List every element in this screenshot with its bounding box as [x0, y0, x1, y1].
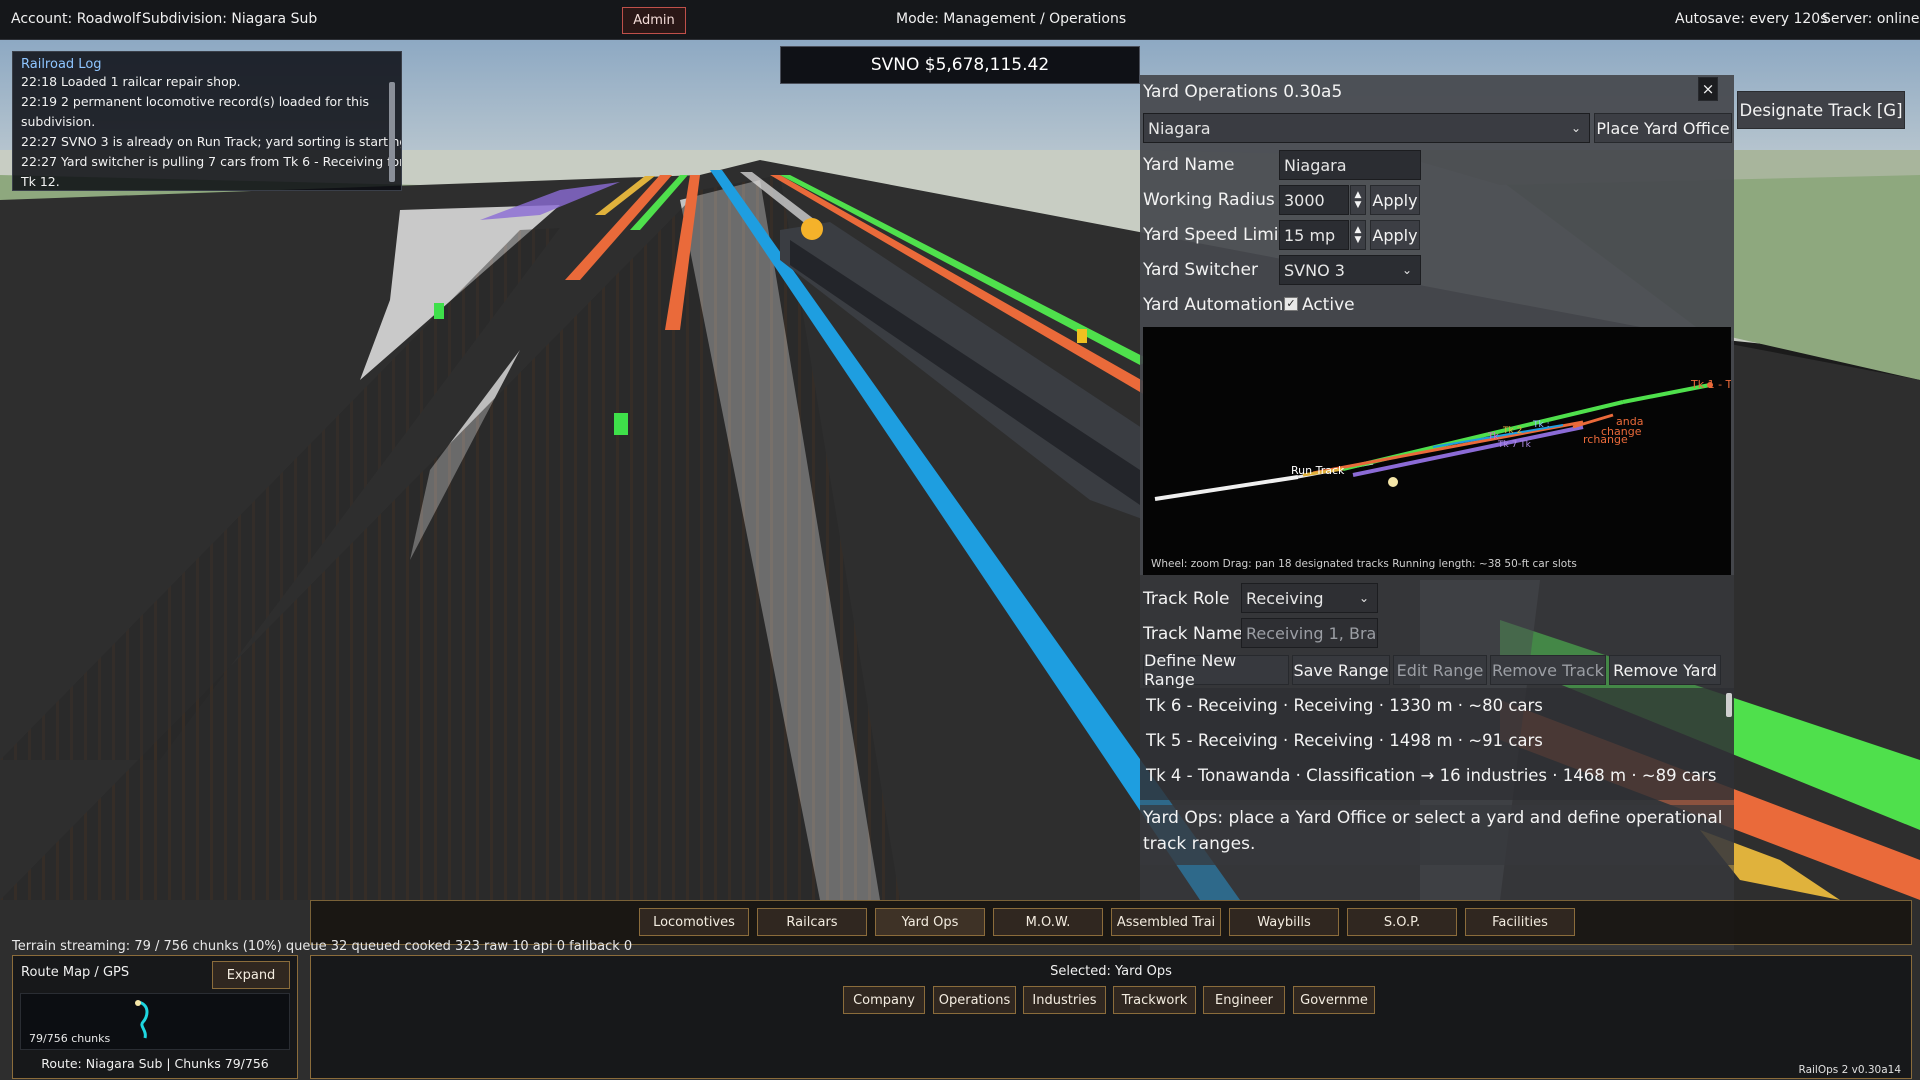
map-label-cluster-2: Tk 7 Tk: [1497, 440, 1532, 450]
account-label: Account: Roadwolf: [11, 11, 141, 27]
yard-name-label: Yard Name: [1143, 155, 1235, 175]
speed-apply-button[interactable]: Apply: [1370, 220, 1420, 250]
tab-government[interactable]: Governme: [1293, 986, 1375, 1014]
track-list-item[interactable]: Tk 6 - Receiving · Receiving · 1330 m · …: [1146, 696, 1543, 715]
log-line: 22:27 Yard switcher is pulling 7 cars fr…: [21, 154, 402, 169]
yard-select-dropdown[interactable]: Niagara ⌄: [1143, 113, 1590, 143]
tab-waybills[interactable]: Waybills: [1229, 908, 1339, 936]
log-line: 22:19 2 permanent locomotive record(s) l…: [21, 94, 370, 109]
yard-ops-message: Yard Ops: place a Yard Office or select …: [1140, 805, 1734, 865]
tab-industries[interactable]: Industries: [1023, 986, 1106, 1014]
tab-company[interactable]: Company: [843, 986, 925, 1014]
server-status: Server: online: [1822, 11, 1920, 27]
yard-switcher-value: SVNO 3: [1284, 260, 1345, 280]
save-range-button[interactable]: Save Range: [1292, 655, 1390, 685]
log-line: 22:27 SVNO 3 is already on Run Track; ya…: [21, 134, 402, 149]
track-name-field[interactable]: Receiving 1, Bra: [1241, 618, 1378, 648]
map-label-tk2: Tk 2: [1502, 426, 1522, 436]
tab-mow[interactable]: M.O.W.: [993, 908, 1103, 936]
log-scrollbar[interactable]: [389, 82, 395, 182]
chevron-down-icon: ⌄: [1570, 121, 1581, 135]
map-label-interchange-2: rchange: [1583, 433, 1628, 446]
gps-minimap[interactable]: 79/756 chunks: [20, 993, 290, 1050]
terrain-streaming-status: Terrain streaming: 79 / 756 chunks (10%)…: [12, 939, 633, 954]
yard-panel-title: Yard Operations 0.30a5: [1143, 82, 1343, 102]
track-name-label: Track Name: [1143, 624, 1244, 644]
yard-track-diagram: Tk 1 - TDSC Interchange Run Track anda c…: [1151, 378, 1825, 570]
automation-checkbox[interactable]: ✓: [1284, 297, 1298, 311]
yard-track-map[interactable]: Tk 1 - TDSC Interchange Run Track anda c…: [1143, 327, 1825, 575]
company-balance: SVNO $5,678,115.42: [780, 46, 1140, 84]
track-role-value: Receiving: [1246, 588, 1324, 608]
yard-operations-panel: Yard Operations 0.30a5 × Niagara ⌄ Place…: [1140, 75, 1825, 950]
yard-automation-label: Yard Automation: [1143, 295, 1284, 315]
subdivision-label: Subdivision: Niagara Sub: [142, 11, 318, 27]
remove-track-button[interactable]: Remove Track: [1490, 655, 1606, 685]
map-label-tk-small: Tk :: [1532, 420, 1550, 430]
tab-trackwork[interactable]: Trackwork: [1113, 986, 1196, 1014]
automation-active-label: Active: [1302, 295, 1355, 315]
track-list-item[interactable]: Tk 4 - Tonawanda · Classification → 16 i…: [1146, 766, 1716, 785]
admin-button[interactable]: Admin: [622, 7, 686, 34]
tab-yard-ops[interactable]: Yard Ops: [875, 908, 985, 936]
working-radius-field[interactable]: 3000: [1279, 185, 1349, 215]
yard-name-field[interactable]: Niagara: [1279, 150, 1421, 180]
tab-railcars[interactable]: Railcars: [757, 908, 867, 936]
edit-range-button[interactable]: Edit Range: [1393, 655, 1487, 685]
map-footer: Wheel: zoom Drag: pan 18 designated trac…: [1151, 558, 1577, 570]
track-role-dropdown[interactable]: Receiving ⌄: [1241, 583, 1378, 613]
top-status-bar: Account: Roadwolf Subdivision: Niagara S…: [0, 0, 1920, 40]
chevron-down-icon: ⌄: [1358, 591, 1369, 605]
yard-switcher-label: Yard Switcher: [1143, 260, 1258, 280]
chevron-down-icon: ⌄: [1401, 263, 1412, 277]
tab-sop[interactable]: S.O.P.: [1347, 908, 1457, 936]
mode-label: Mode: Management / Operations: [896, 11, 1127, 27]
autosave-label: Autosave: every 120s: [1675, 11, 1828, 27]
remove-yard-button[interactable]: Remove Yard: [1609, 655, 1721, 685]
route-map-panel: Route Map / GPS Expand 79/756 chunks Rou…: [12, 955, 298, 1079]
railroad-log-panel[interactable]: Railroad Log 22:18 Loaded 1 railcar repa…: [12, 51, 402, 191]
track-list: Tk 6 - Receiving · Receiving · 1330 m · …: [1140, 688, 1734, 800]
track-list-scrollbar[interactable]: [1726, 693, 1732, 717]
speed-limit-field[interactable]: 15 mp: [1279, 220, 1349, 250]
route-footer: Route: Niagara Sub | Chunks 79/756: [41, 1056, 269, 1071]
log-line: 22:18 Loaded 1 railcar repair shop.: [21, 74, 241, 89]
yard-switcher-dropdown[interactable]: SVNO 3 ⌄: [1279, 255, 1421, 285]
category-bar: Selected: Yard Ops Company Operations In…: [310, 955, 1912, 1079]
track-list-item[interactable]: Tk 5 - Receiving · Receiving · 1498 m · …: [1146, 731, 1543, 750]
track-role-label: Track Role: [1143, 589, 1230, 609]
log-title: Railroad Log: [21, 57, 102, 72]
speed-stepper[interactable]: ▲ ▼: [1350, 220, 1366, 250]
tab-operations[interactable]: Operations: [933, 986, 1016, 1014]
map-label-run-track: Run Track: [1291, 464, 1345, 477]
route-map-title: Route Map / GPS: [21, 965, 130, 980]
tab-facilities[interactable]: Facilities: [1465, 908, 1575, 936]
map-label-tk1: Tk 1 - TDSC Interchange: [1690, 378, 1731, 391]
selected-label: Selected: Yard Ops: [1050, 964, 1172, 979]
log-line: subdivision.: [21, 114, 96, 129]
log-line: Tk 12.: [21, 174, 60, 189]
working-radius-label: Working Radius: [1143, 190, 1275, 210]
version-label: RailOps 2 v0.30a14: [1798, 1064, 1901, 1076]
designate-track-button[interactable]: Designate Track [G]: [1737, 91, 1905, 129]
tab-engineer[interactable]: Engineer: [1203, 986, 1285, 1014]
yard-select-value: Niagara: [1148, 118, 1211, 138]
expand-button[interactable]: Expand: [212, 961, 290, 989]
define-new-range-button[interactable]: Define New Range: [1143, 651, 1289, 689]
place-yard-office-button[interactable]: Place Yard Office: [1594, 113, 1732, 143]
tab-locomotives[interactable]: Locomotives: [639, 908, 749, 936]
minimap-chunks-label: 79/756 chunks: [29, 1032, 111, 1045]
radius-stepper[interactable]: ▲ ▼: [1350, 185, 1366, 215]
log-lines: 22:18 Loaded 1 railcar repair shop. 22:1…: [21, 72, 402, 190]
radius-apply-button[interactable]: Apply: [1370, 185, 1420, 215]
close-icon[interactable]: ×: [1698, 77, 1718, 101]
speed-limit-label: Yard Speed Limit: [1143, 225, 1286, 245]
tab-assembled-trains[interactable]: Assembled Trai: [1111, 908, 1221, 936]
